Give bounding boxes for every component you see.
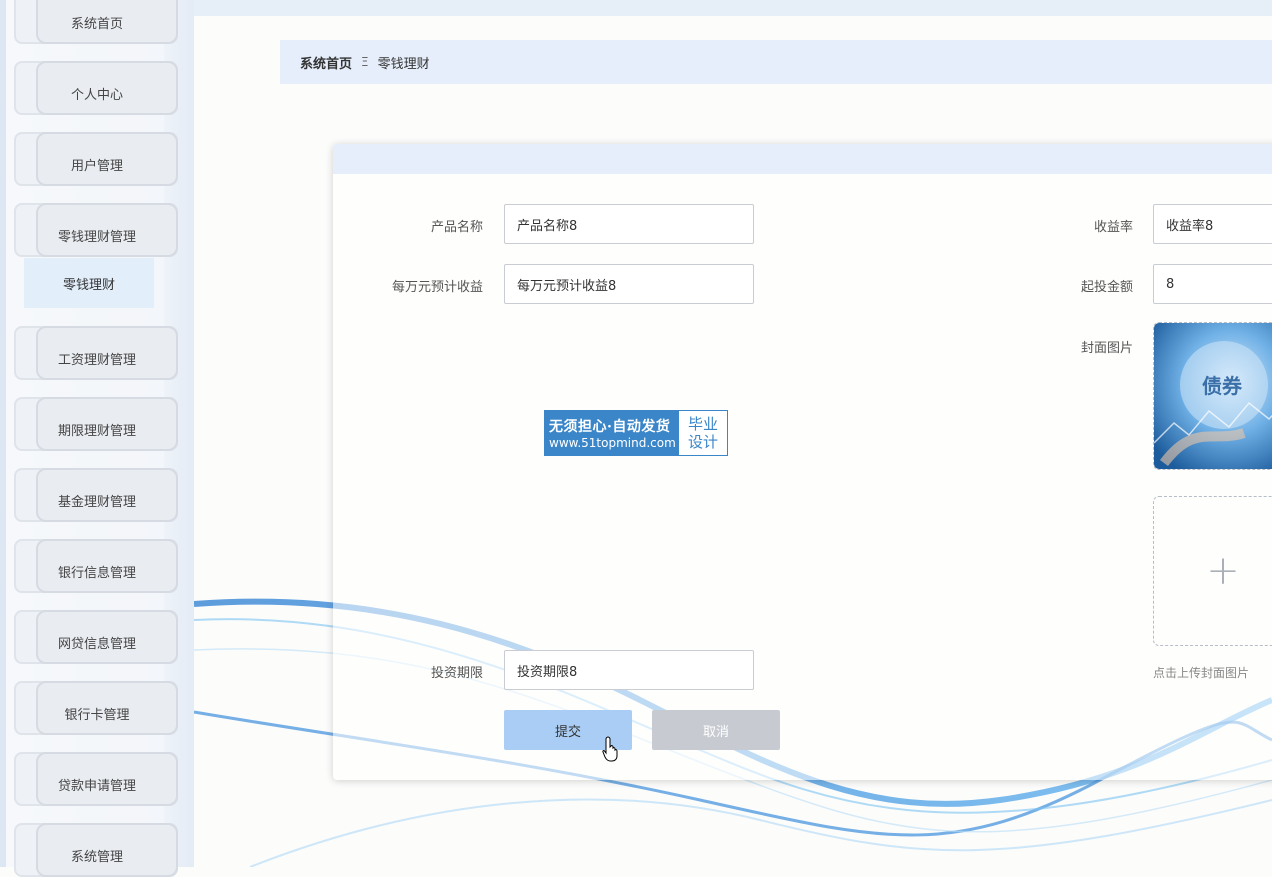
sidebar-item-label: 用户管理 bbox=[70, 158, 123, 174]
cover-image-text: 债券 bbox=[1202, 374, 1243, 398]
yield-rate-label: 收益率 bbox=[1093, 220, 1133, 235]
yield-per-10k-input[interactable] bbox=[504, 264, 754, 304]
sidebar-item-home[interactable]: 系统首页 bbox=[14, 0, 178, 44]
cancel-button[interactable]: 取消 bbox=[652, 710, 780, 750]
yield-rate-input[interactable] bbox=[1153, 204, 1272, 244]
sidebar-item-label: 个人中心 bbox=[70, 87, 123, 103]
watermark-line2: www.51topmind.com bbox=[549, 436, 676, 450]
top-bar bbox=[194, 0, 1272, 16]
sidebar-item-change-finance[interactable]: 零钱理财管理 bbox=[14, 203, 178, 257]
sidebar-item-label: 系统管理 bbox=[70, 849, 123, 865]
watermark-right1: 毕业 bbox=[687, 415, 718, 433]
hand-cursor-icon bbox=[602, 736, 618, 762]
sidebar-item-label: 贷款申请管理 bbox=[57, 778, 136, 794]
sidebar-item-salary-finance[interactable]: 工资理财管理 bbox=[14, 326, 178, 380]
sidebar-item-bank-card[interactable]: 银行卡管理 bbox=[14, 681, 178, 735]
cover-upload-hint: 点击上传封面图片 bbox=[1153, 666, 1250, 680]
sidebar-item-label: 网贷信息管理 bbox=[57, 636, 136, 652]
watermark-right2: 设计 bbox=[687, 433, 718, 451]
form-card: 产品名称 每万元预计收益 收益率 起投金额 封面图片 债券 + 点击上传封面图片… bbox=[333, 144, 1272, 780]
sidebar-item-users[interactable]: 用户管理 bbox=[14, 132, 178, 186]
sidebar: 系统首页 个人中心 用户管理 零钱理财管理 零钱理财 工资理财管理 期限理财管理… bbox=[0, 0, 194, 877]
sidebar-item-term-finance[interactable]: 期限理财管理 bbox=[14, 397, 178, 451]
sidebar-item-label: 基金理财管理 bbox=[57, 494, 136, 510]
cover-image-label: 封面图片 bbox=[1080, 341, 1133, 356]
sidebar-item-loan-apply[interactable]: 贷款申请管理 bbox=[14, 752, 178, 806]
product-name-input[interactable] bbox=[504, 204, 754, 244]
sidebar-item-label: 工资理财管理 bbox=[57, 352, 136, 368]
sidebar-item-label: 银行信息管理 bbox=[57, 565, 136, 581]
term-input[interactable] bbox=[504, 650, 754, 690]
min-invest-input[interactable] bbox=[1153, 264, 1272, 304]
sidebar-item-label: 期限理财管理 bbox=[57, 423, 136, 439]
term-label: 投资期限 bbox=[430, 666, 483, 681]
sidebar-item-bank-info[interactable]: 银行信息管理 bbox=[14, 539, 178, 593]
sidebar-item-profile[interactable]: 个人中心 bbox=[14, 61, 178, 115]
breadcrumb-separator-icon: Ξ bbox=[361, 55, 369, 69]
sidebar-item-system[interactable]: 系统管理 bbox=[14, 823, 178, 877]
min-invest-label: 起投金额 bbox=[1080, 280, 1133, 295]
watermark-line1: 无须担心·自动发货 bbox=[549, 419, 671, 435]
cover-upload-button[interactable]: + bbox=[1153, 496, 1272, 646]
sidebar-rail bbox=[0, 0, 6, 867]
sidebar-item-p2p-info[interactable]: 网贷信息管理 bbox=[14, 610, 178, 664]
breadcrumb: 系统首页 Ξ 零钱理财 bbox=[280, 40, 1272, 84]
plus-icon: + bbox=[1206, 548, 1240, 594]
sidebar-item-fund-finance[interactable]: 基金理财管理 bbox=[14, 468, 178, 522]
product-name-label: 产品名称 bbox=[430, 220, 483, 235]
breadcrumb-current: 零钱理财 bbox=[377, 56, 430, 72]
cover-image[interactable]: 债券 bbox=[1153, 322, 1272, 470]
yield-per-10k-label: 每万元预计收益 bbox=[391, 280, 483, 295]
sidebar-item-label: 银行卡管理 bbox=[64, 707, 130, 723]
form-card-header bbox=[333, 144, 1272, 174]
breadcrumb-home[interactable]: 系统首页 bbox=[300, 53, 352, 72]
cover-image-graphic: 债券 bbox=[1154, 323, 1272, 469]
sidebar-item-label: 系统首页 bbox=[70, 16, 123, 32]
sidebar-item-label: 零钱理财管理 bbox=[57, 229, 136, 245]
watermark-logo: 无须担心·自动发货 www.51topmind.com 毕业 设计 bbox=[544, 410, 728, 456]
submenu-item-change-finance[interactable]: 零钱理财 bbox=[24, 258, 154, 308]
